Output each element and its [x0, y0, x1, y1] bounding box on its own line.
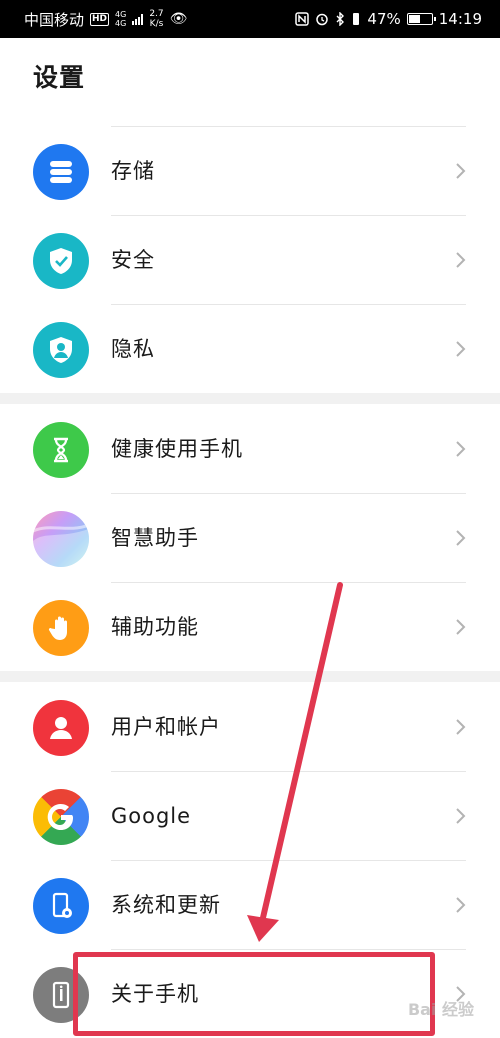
chevron-right-icon	[456, 619, 466, 635]
settings-item-label: 智慧助手	[111, 526, 199, 550]
chevron-right-icon	[456, 808, 466, 824]
settings-item-label: 用户和帐户	[111, 715, 221, 739]
settings-item-privacy[interactable]: 隐私	[0, 305, 500, 394]
group-separator	[0, 393, 500, 404]
group-separator	[0, 671, 500, 682]
chevron-right-icon	[456, 897, 466, 913]
settings-item-label: 存储	[111, 159, 155, 183]
chevron-right-icon	[456, 252, 466, 268]
highlight-box	[73, 952, 435, 1036]
settings-item-label: 安全	[111, 248, 155, 272]
status-bar-right: 47% 14:19	[295, 10, 482, 28]
google-icon	[33, 789, 89, 845]
status-bar: 中国移动 HD 4G 4G 2.7 K/s 👁 47% 14:19	[0, 0, 500, 38]
hd-badge: HD	[90, 12, 110, 26]
storage-icon	[33, 144, 89, 200]
battery-icon	[406, 13, 436, 25]
chevron-right-icon	[456, 530, 466, 546]
alarm-icon	[316, 13, 329, 26]
page-title: 设置	[33, 63, 86, 92]
assistant-icon	[33, 511, 89, 567]
settings-item-digital-balance[interactable]: 健康使用手机	[0, 405, 500, 494]
settings-item-storage[interactable]: 存储	[0, 127, 500, 216]
hourglass-icon	[33, 422, 89, 478]
vibrate-icon	[353, 13, 360, 25]
settings-item-system-update[interactable]: 系统和更新	[0, 861, 500, 950]
battery-percent: 47%	[367, 10, 401, 28]
eye-comfort-icon: 👁	[169, 11, 188, 27]
settings-item-label: 辅助功能	[111, 615, 199, 639]
clock: 14:19	[438, 10, 482, 28]
hand-icon	[33, 600, 89, 656]
settings-item-label: Google	[111, 804, 192, 828]
settings-item-security[interactable]: 安全	[0, 216, 500, 305]
shield-check-icon	[33, 233, 89, 289]
settings-item-accessibility[interactable]: 辅助功能	[0, 583, 500, 672]
network-type-icon: 4G 4G	[115, 10, 127, 28]
signal-icon	[132, 13, 144, 25]
user-icon	[33, 700, 89, 756]
status-bar-left: 中国移动 HD 4G 4G 2.7 K/s 👁	[24, 9, 187, 30]
settings-item-assistant[interactable]: 智慧助手	[0, 494, 500, 583]
carrier-label: 中国移动	[24, 10, 85, 29]
chevron-right-icon	[456, 163, 466, 179]
nfc-icon	[295, 12, 310, 26]
network-speed: 2.7 K/s	[149, 9, 164, 29]
chevron-right-icon	[456, 719, 466, 735]
settings-item-google[interactable]: Google	[0, 772, 500, 861]
settings-item-label: 系统和更新	[111, 893, 221, 917]
phone-gear-icon	[33, 878, 89, 934]
privacy-icon	[33, 322, 89, 378]
watermark: Bai 经验	[407, 1000, 474, 1019]
bluetooth-icon	[336, 12, 345, 26]
settings-item-users-accounts[interactable]: 用户和帐户	[0, 683, 500, 772]
settings-item-label: 健康使用手机	[111, 437, 243, 461]
settings-item-label: 隐私	[111, 337, 155, 361]
chevron-right-icon	[456, 341, 466, 357]
chevron-right-icon	[456, 441, 466, 457]
